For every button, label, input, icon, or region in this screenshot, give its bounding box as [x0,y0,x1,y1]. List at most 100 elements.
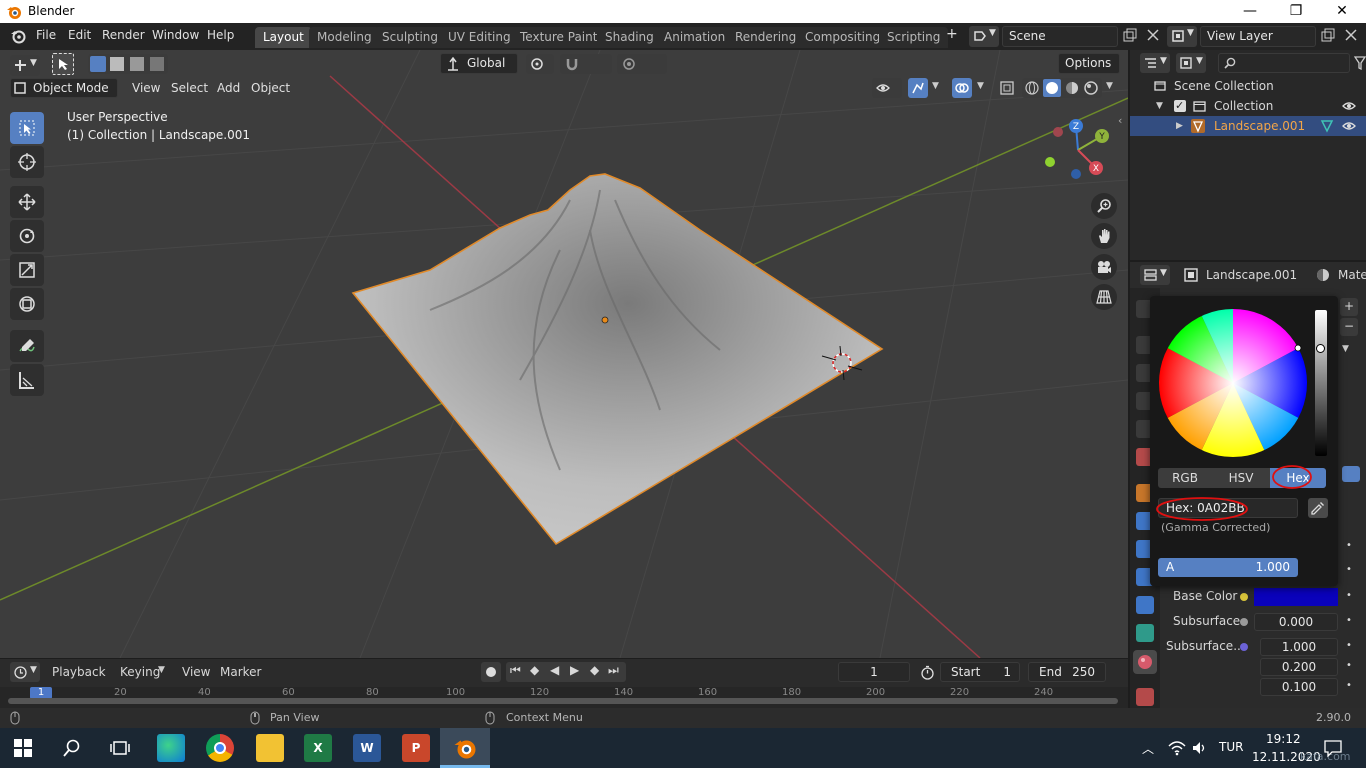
socket-dot-icon[interactable] [1240,593,1248,601]
keyframe-dot-icon[interactable]: • [1346,540,1352,551]
scene-name-field[interactable]: Scene [1002,26,1118,47]
windows-start-icon[interactable] [14,739,32,757]
tool-move[interactable] [10,186,44,218]
remove-material-slot-button[interactable]: − [1340,318,1358,336]
properties-editor-type-button[interactable]: ▼ [1140,265,1170,285]
tool-measure[interactable] [10,364,44,396]
menu-window[interactable]: Window [152,28,199,42]
outliner-row-landscape[interactable]: ▶ Landscape.001 [1130,116,1366,136]
alpha-slider[interactable]: A 1.000 [1158,558,1298,577]
tab-sculpting[interactable]: Sculpting [374,27,447,48]
timeline-menu-playback[interactable]: Playback [52,665,106,679]
end-frame-field[interactable]: End 250 [1028,662,1106,682]
solid-shading-button[interactable] [1043,79,1061,97]
sidebar-toggle-icon[interactable]: ‹ [1118,114,1122,127]
eyedropper-button[interactable] [1308,498,1328,518]
value-slider[interactable] [1315,310,1327,456]
constraints-properties-tab[interactable] [1136,596,1154,614]
notifications-icon[interactable] [1324,739,1342,757]
expand-arrow-icon[interactable]: ▼ [1156,96,1163,116]
word-icon[interactable]: W [353,734,381,762]
prev-keyframe-icon[interactable]: ◆ [530,663,539,677]
menu-render[interactable]: Render [102,28,145,42]
tab-scripting[interactable]: Scripting [879,27,949,48]
chevron-down-icon[interactable]: ▼ [932,81,939,91]
auto-keying-button[interactable] [481,662,501,682]
wifi-icon[interactable] [1168,740,1186,756]
pan-button[interactable] [1091,223,1117,249]
tab-modeling[interactable]: Modeling [309,27,380,48]
navigation-gizmo[interactable]: Z Y X [1040,116,1116,186]
outliner-search-input[interactable] [1218,53,1350,73]
value-slider-handle[interactable] [1316,344,1325,353]
3d-viewport[interactable]: ▼ Global Options Object Mode View Select… [0,50,1128,658]
new-scene-icon[interactable] [1122,28,1138,44]
chevron-down-icon[interactable]: ▼ [1106,81,1113,91]
subsurface-value-field[interactable]: 0.000 [1254,613,1338,631]
options-dropdown[interactable]: Options [1058,53,1120,74]
eye-icon[interactable] [1342,101,1356,111]
language-indicator[interactable]: TUR [1219,740,1243,754]
color-wheel[interactable] [1158,308,1308,458]
blender-taskbar-button[interactable] [440,728,490,768]
viewport-menu-select[interactable]: Select [171,81,208,95]
collection-checkbox[interactable]: ✓ [1174,99,1186,112]
mesh-data-icon[interactable] [1320,119,1334,133]
material-preview-icon[interactable] [1065,81,1079,95]
select-mode-button[interactable] [52,53,74,75]
powerpoint-icon[interactable]: P [402,734,430,762]
close-button[interactable]: ✕ [1319,0,1365,23]
chevron-down-icon[interactable]: ▼ [977,81,984,91]
outliner-row-collection[interactable]: ▼ ✓ Collection [1130,96,1366,116]
display-mode-dropdown[interactable]: ▼ [1176,53,1206,73]
keyframe-dot-icon[interactable]: • [1346,660,1352,671]
menu-help[interactable]: Help [207,28,234,42]
tool-annotate[interactable] [10,330,44,362]
jump-end-icon[interactable]: ⏭ [608,663,619,678]
maximize-button[interactable]: ❐ [1273,0,1319,23]
viewport-menu-view[interactable]: View [132,81,160,95]
view-layer-selector-button[interactable]: ▼ [1167,26,1197,47]
new-view-layer-icon[interactable] [1320,28,1336,44]
socket-dot-icon[interactable] [1240,643,1248,651]
camera-view-button[interactable] [1091,254,1117,280]
gizmo-toggle-button[interactable] [908,78,928,98]
tab-texture-paint[interactable]: Texture Paint [512,27,606,48]
subsurface-radius-y-field[interactable]: 0.200 [1260,658,1338,676]
eye-icon[interactable] [1342,121,1356,131]
select-subtract-button[interactable] [130,57,144,71]
volume-icon[interactable] [1192,740,1208,756]
viewport-menu-add[interactable]: Add [217,81,240,95]
subsurface-radius-z-field[interactable]: 0.100 [1260,678,1338,696]
keyframe-dot-icon[interactable]: • [1346,640,1352,651]
proportional-editing-dropdown[interactable] [617,54,667,74]
menu-file[interactable]: File [36,28,56,42]
ortho-toggle-button[interactable] [1091,284,1117,310]
edge-browser-icon[interactable] [157,734,185,762]
timeline-editor-type-button[interactable]: ▼ [10,662,40,682]
outliner-editor-type-button[interactable]: ▼ [1140,53,1170,73]
keyframe-dot-icon[interactable]: • [1346,680,1352,691]
add-workspace-button[interactable]: + [946,26,958,42]
tab-shading[interactable]: Shading [597,27,662,48]
file-explorer-icon[interactable] [256,734,284,762]
surface-toggle-button[interactable] [1342,466,1360,482]
timeline-ruler[interactable]: 1 20 40 60 80 100 120 140 160 180 200 22… [0,687,1128,708]
tab-uv-editing[interactable]: UV Editing [440,27,519,48]
object-mode-dropdown[interactable]: Object Mode [10,78,118,98]
socket-dot-icon[interactable] [1240,618,1248,626]
delete-scene-icon[interactable] [1146,28,1160,42]
next-keyframe-icon[interactable]: ◆ [590,663,599,677]
select-extend-button[interactable] [110,57,124,71]
subsurface-radius-x-field[interactable]: 1.000 [1260,638,1338,656]
clock-time[interactable]: 19:12 [1266,732,1301,746]
tab-rendering[interactable]: Rendering [727,27,805,48]
tool-rotate[interactable] [10,220,44,252]
task-view-icon[interactable] [110,739,130,757]
zoom-button[interactable] [1091,193,1117,219]
chevron-down-icon[interactable]: ▼ [1342,344,1349,354]
select-intersect-button[interactable] [150,57,164,71]
tool-select-box[interactable] [10,112,44,144]
texture-properties-tab[interactable] [1136,688,1154,706]
scene-selector-button[interactable]: ▼ [969,26,999,47]
